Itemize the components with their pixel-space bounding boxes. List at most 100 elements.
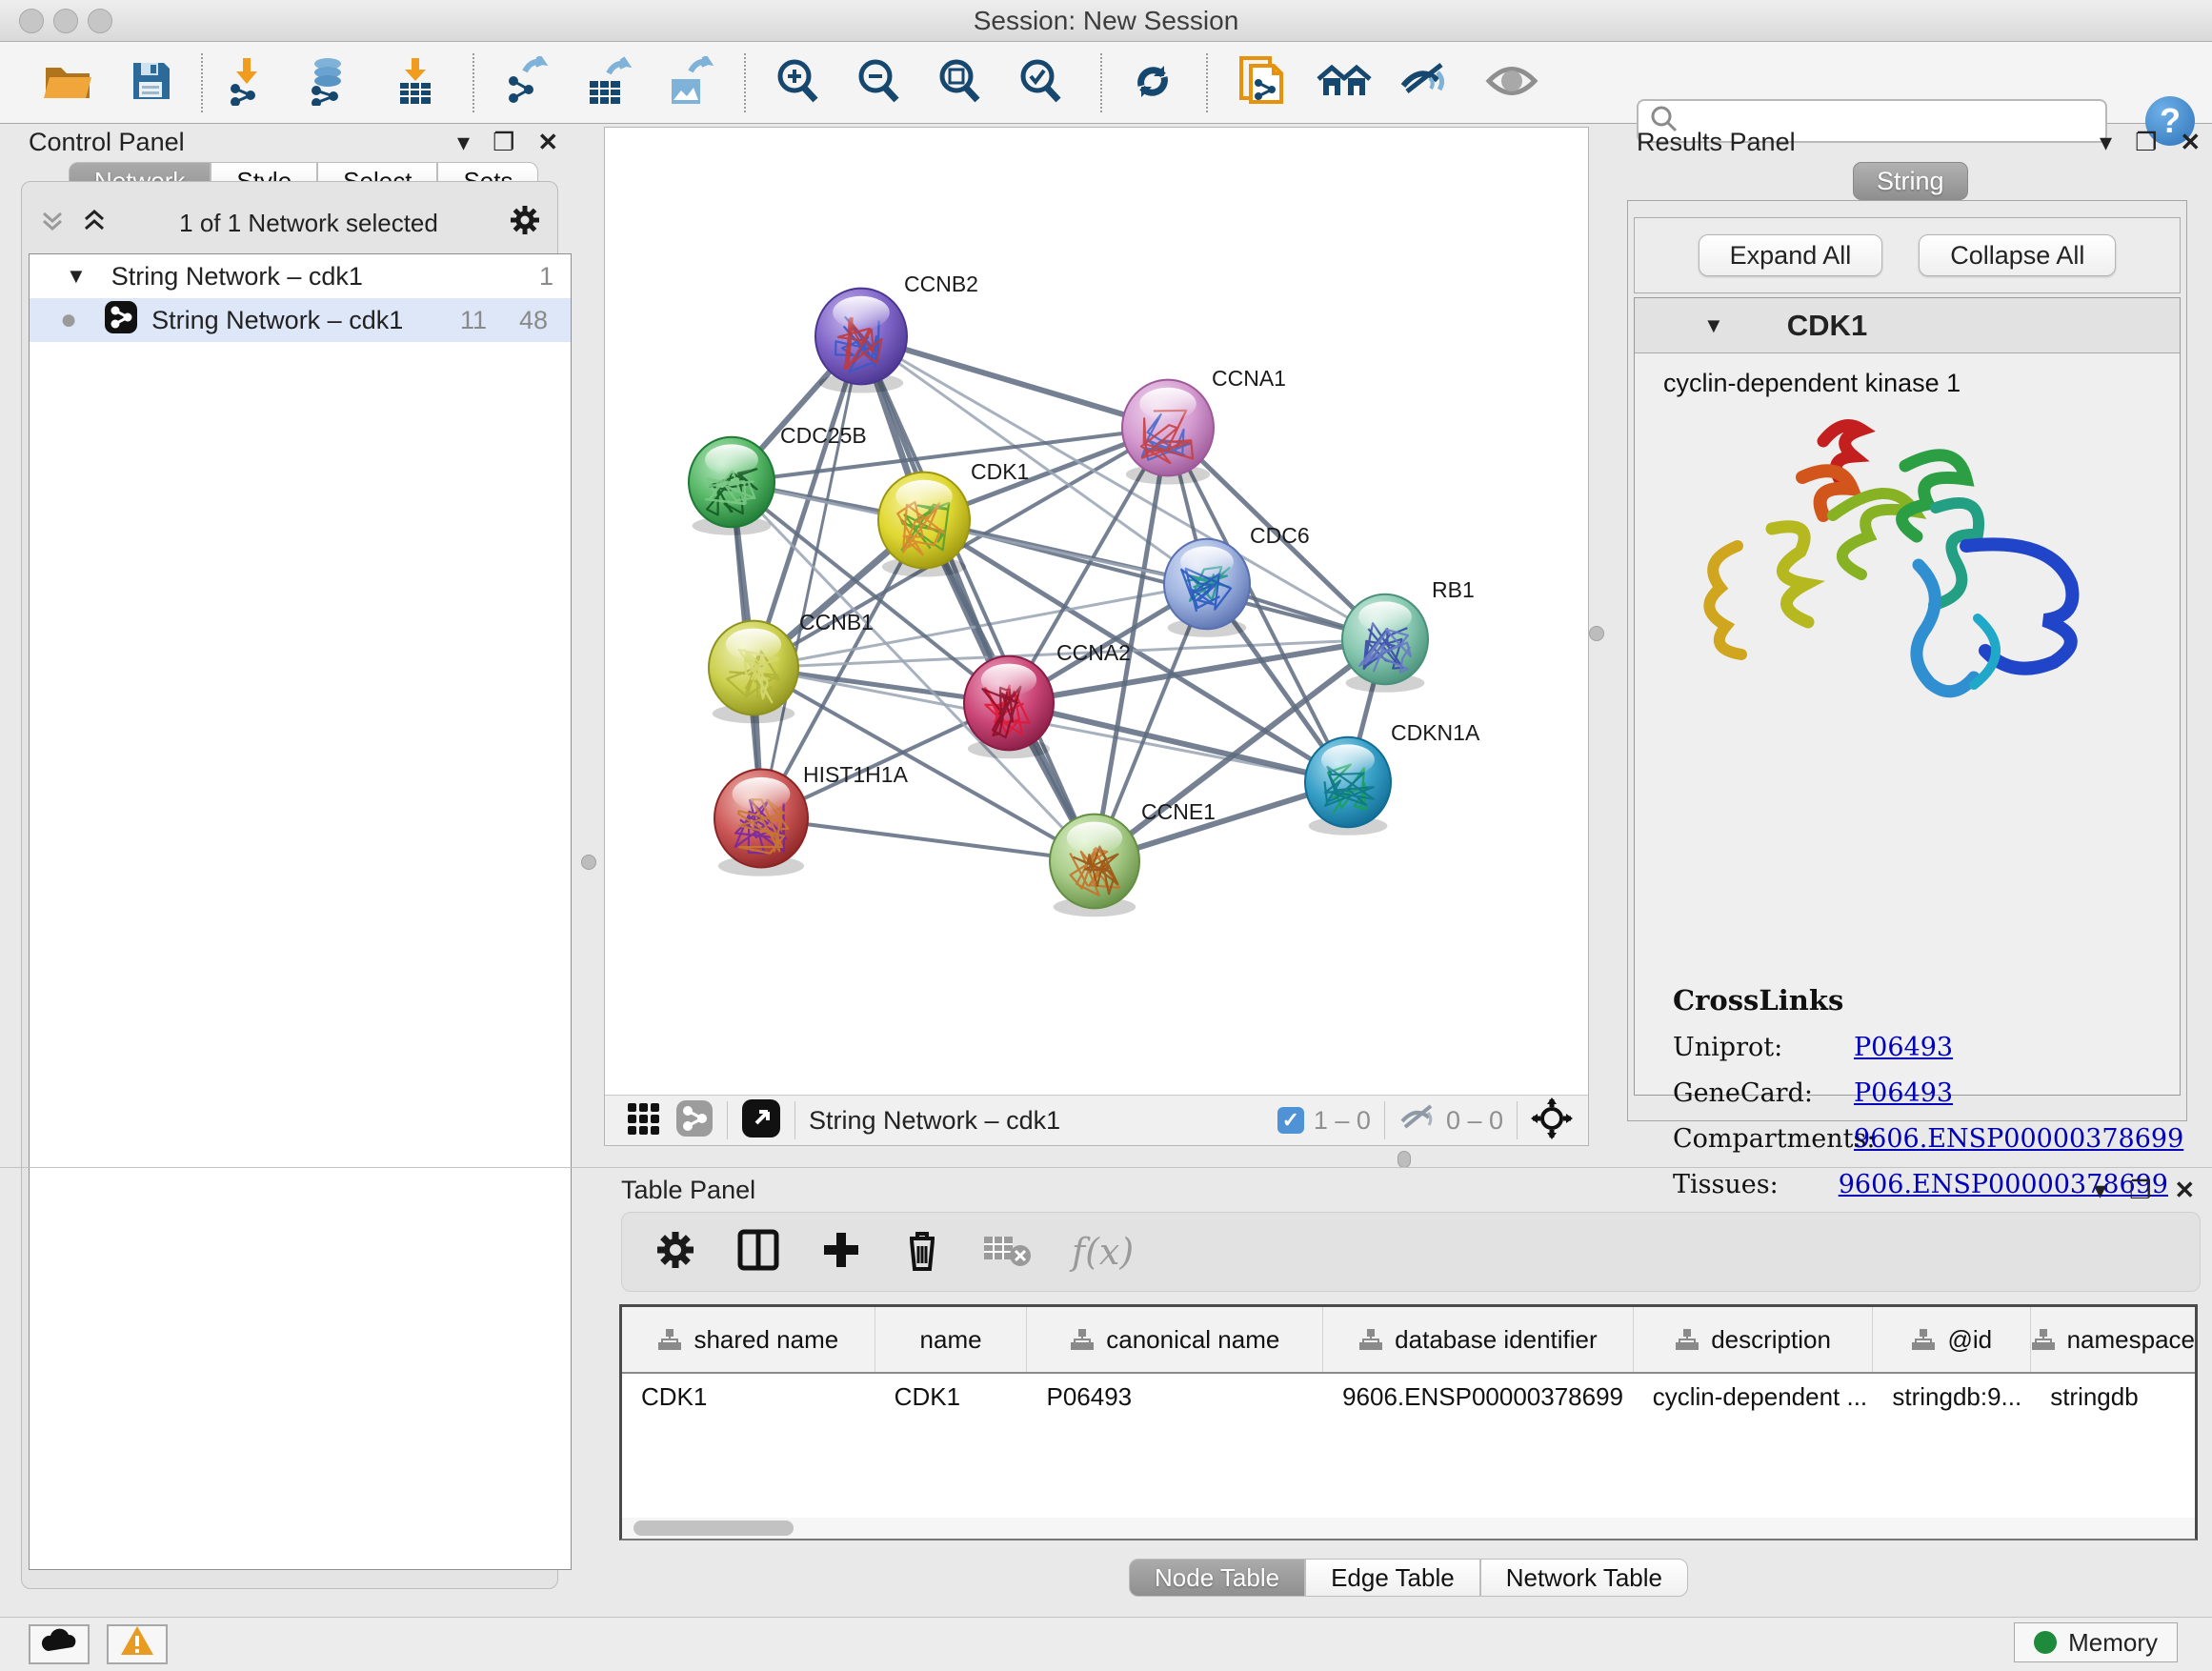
collapse-all-button[interactable]: Collapse All: [1919, 234, 2116, 276]
node-label-CCNA1: CCNA1: [1212, 366, 1286, 391]
network-node-HIST1H1A[interactable]: [714, 770, 808, 876]
node-table[interactable]: shared name name canonical name database…: [619, 1304, 2198, 1540]
gene-section-header[interactable]: ▼ CDK1: [1635, 298, 2180, 353]
export-table-icon: [582, 56, 632, 111]
panel-close-icon[interactable]: ✕: [2174, 1178, 2195, 1202]
cell-namespace[interactable]: stringdb: [2031, 1382, 2195, 1412]
panel-float-icon[interactable]: ▾: [457, 130, 470, 154]
selected-checkbox-icon[interactable]: ✓: [1277, 1107, 1304, 1134]
cell-id[interactable]: stringdb:9...: [1873, 1382, 2031, 1412]
cell-canonical-name[interactable]: P06493: [1027, 1382, 1323, 1412]
export-network-button[interactable]: [497, 55, 553, 111]
panel-maximize-icon[interactable]: ❐: [2129, 1178, 2151, 1202]
gear-icon[interactable]: [509, 204, 541, 243]
open-folder-icon: [43, 60, 92, 107]
panel-close-icon[interactable]: ✕: [2180, 130, 2201, 154]
node-label-CCNB2: CCNB2: [904, 272, 978, 296]
tab-node-table[interactable]: Node Table: [1129, 1559, 1305, 1597]
crosslink-uniprot-link[interactable]: P06493: [1854, 1033, 1953, 1062]
network-node-CCNA1[interactable]: [1122, 380, 1214, 485]
panel-float-icon[interactable]: ▾: [2094, 1178, 2106, 1202]
refresh-icon: [1129, 57, 1176, 110]
zoom-out-button[interactable]: [851, 55, 906, 111]
collapse-all-icon[interactable]: [38, 206, 67, 241]
column-header-id[interactable]: @id: [1873, 1307, 2031, 1372]
table-settings-gear-icon[interactable]: [654, 1229, 696, 1276]
tab-network-table[interactable]: Network Table: [1480, 1559, 1688, 1597]
right-splitter-handle[interactable]: [1589, 626, 1604, 641]
network-canvas[interactable]: CCNB2CCNA1CDC25BCDK1CDC6RB1CCNB1CCNA2CDK…: [605, 128, 1588, 1095]
horizontal-scrollbar[interactable]: [622, 1518, 2195, 1539]
network-row[interactable]: ● String Network – cdk1 11 48: [30, 298, 571, 342]
column-header-name[interactable]: name: [875, 1307, 1028, 1372]
left-splitter-handle[interactable]: [581, 855, 596, 870]
table-header-row: shared name name canonical name database…: [622, 1307, 2195, 1374]
home-button[interactable]: [1317, 55, 1372, 111]
column-header-namespace[interactable]: namespace: [2031, 1307, 2195, 1372]
hidden-eye-icon[interactable]: [1398, 1102, 1437, 1139]
network-collection-row[interactable]: ▼ String Network – cdk1 1: [30, 254, 571, 298]
zoom-selected-button[interactable]: [1013, 55, 1068, 111]
scrollbar-thumb[interactable]: [633, 1520, 794, 1536]
hide-panels-button[interactable]: [1398, 55, 1453, 111]
toolbar-separator: [201, 53, 203, 112]
network-node-RB1[interactable]: [1342, 594, 1428, 693]
network-node-CCNA2[interactable]: [964, 656, 1054, 759]
add-column-icon[interactable]: [820, 1229, 862, 1276]
toolbar-separator: [727, 1101, 728, 1139]
network-node-CDK1[interactable]: [878, 473, 970, 577]
network-node-CDC6[interactable]: [1164, 539, 1250, 637]
bottom-splitter-handle[interactable]: [1398, 1151, 1411, 1168]
cell-name[interactable]: CDK1: [875, 1382, 1028, 1412]
network-node-CCNE1[interactable]: [1050, 815, 1139, 917]
zoom-fit-button[interactable]: [932, 55, 987, 111]
export-image-button[interactable]: [661, 55, 716, 111]
crosslink-genecard-link[interactable]: P06493: [1854, 1078, 1953, 1108]
tab-string-results[interactable]: String: [1853, 162, 1968, 200]
import-network-file-button[interactable]: [219, 55, 274, 111]
network-node-CDC25B[interactable]: [689, 437, 774, 535]
birdseye-view-icon[interactable]: [741, 1098, 781, 1143]
network-node-CCNB1[interactable]: [709, 621, 798, 724]
show-columns-icon[interactable]: [736, 1228, 780, 1277]
expand-all-icon[interactable]: [80, 206, 109, 241]
grid-view-icon[interactable]: [624, 1099, 662, 1142]
import-network-database-button[interactable]: [300, 55, 355, 111]
tab-edge-table[interactable]: Edge Table: [1305, 1559, 1480, 1597]
column-header-canonical-name[interactable]: canonical name: [1027, 1307, 1323, 1372]
warnings-button[interactable]: [107, 1624, 168, 1664]
network-view[interactable]: CCNB2CCNA1CDC25BCDK1CDC6RB1CCNB1CCNA2CDK…: [604, 127, 1589, 1146]
cell-database-identifier[interactable]: 9606.ENSP00000378699: [1323, 1382, 1634, 1412]
panel-maximize-icon[interactable]: ❐: [2135, 130, 2157, 154]
cell-description[interactable]: cyclin-dependent ...: [1634, 1382, 1874, 1412]
column-header-shared-name[interactable]: shared name: [622, 1307, 875, 1372]
crosslink-compartments-link[interactable]: 9606.ENSP00000378699: [1854, 1124, 2183, 1154]
export-table-button[interactable]: [579, 55, 634, 111]
panel-close-icon[interactable]: ✕: [537, 130, 558, 154]
refresh-button[interactable]: [1125, 55, 1180, 111]
column-header-database-identifier[interactable]: database identifier: [1323, 1307, 1634, 1372]
zoom-in-button[interactable]: [770, 55, 825, 111]
section-collapse-icon[interactable]: ▼: [1703, 313, 1724, 338]
cell-shared-name[interactable]: CDK1: [622, 1382, 875, 1412]
show-panels-button[interactable]: [1484, 55, 1539, 111]
string-import-button[interactable]: [1236, 55, 1291, 111]
collapse-triangle-icon[interactable]: ▼: [66, 264, 87, 289]
import-table-button[interactable]: [388, 55, 443, 111]
delete-column-icon[interactable]: [902, 1227, 942, 1278]
expand-all-button[interactable]: Expand All: [1699, 234, 1883, 276]
panel-maximize-icon[interactable]: ❐: [493, 130, 514, 154]
open-session-button[interactable]: [40, 55, 95, 111]
memory-button[interactable]: Memory: [2014, 1622, 2178, 1662]
panel-float-icon[interactable]: ▾: [2100, 130, 2112, 154]
string-view-icon[interactable]: [675, 1099, 714, 1142]
table-row[interactable]: CDK1 CDK1 P06493 9606.ENSP00000378699 cy…: [622, 1374, 2195, 1419]
crosshair-icon[interactable]: [1531, 1097, 1573, 1144]
network-node-CCNB2[interactable]: [815, 289, 907, 393]
column-header-description[interactable]: description: [1634, 1307, 1874, 1372]
node-label-CDK1: CDK1: [971, 459, 1029, 484]
save-session-button[interactable]: [124, 55, 179, 111]
network-node-CDKN1A[interactable]: [1305, 737, 1391, 836]
cloud-status-button[interactable]: [29, 1624, 90, 1664]
toolbar-separator: [473, 53, 474, 112]
